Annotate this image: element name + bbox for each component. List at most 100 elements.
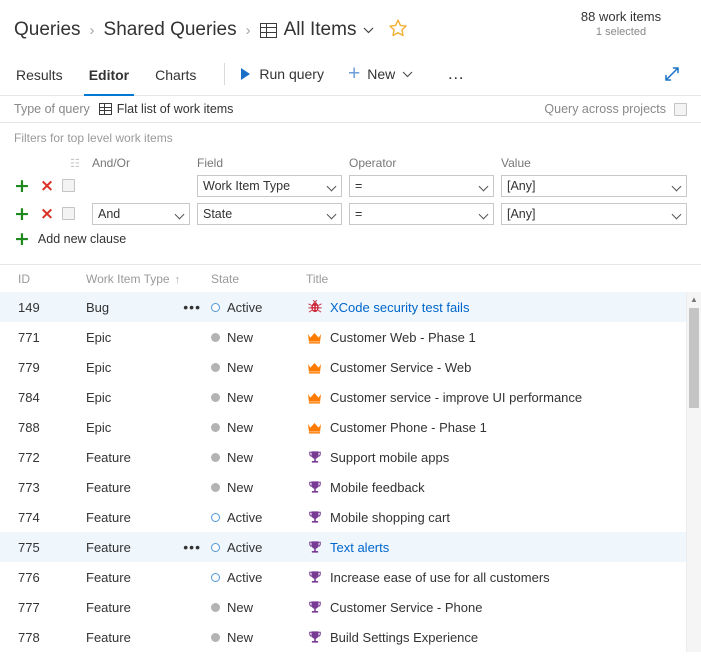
row-context-menu-icon[interactable]: •••: [183, 540, 201, 554]
work-item-type-label: Bug: [86, 299, 110, 315]
table-row[interactable]: 775 Feature ••• Active Text alerts: [0, 532, 701, 562]
new-button[interactable]: + New: [348, 63, 413, 84]
work-item-title-link[interactable]: Increase ease of use for all customers: [330, 570, 550, 585]
group-clauses-icon: ☷: [70, 157, 80, 170]
add-clause-icon[interactable]: +: [14, 176, 30, 195]
page-header: Queries › Shared Queries › All Items 88 …: [0, 0, 701, 52]
tab-results[interactable]: Results: [14, 52, 65, 96]
cell-work-item-type: Epic: [86, 390, 211, 405]
value-select[interactable]: [Any]: [501, 174, 687, 197]
table-row[interactable]: 776 Feature Active Increase ease of use for…: [0, 562, 701, 592]
cell-title: Customer Service - Web: [306, 360, 675, 375]
work-item-title-link[interactable]: Customer Web - Phase 1: [330, 330, 476, 345]
crown-icon: [306, 361, 323, 374]
work-item-title-link[interactable]: Support mobile apps: [330, 450, 449, 465]
field-select[interactable]: Work Item Type: [197, 174, 342, 197]
chevron-down-icon: [402, 67, 413, 81]
state-label: New: [227, 599, 254, 615]
remove-clause-icon[interactable]: ×: [40, 205, 54, 222]
cell-title: Mobile shopping cart: [306, 510, 675, 525]
operator-select[interactable]: =: [349, 202, 494, 225]
run-query-button[interactable]: Run query: [241, 66, 324, 82]
table-row[interactable]: 774 Feature Active Mobile shopping cart: [0, 502, 701, 532]
table-row[interactable]: 149 Bug ••• Active XCode security test fails: [0, 292, 701, 322]
expand-glyph: [665, 66, 679, 81]
breadcrumb-item-queries[interactable]: Queries: [14, 19, 81, 41]
clause-select-checkbox[interactable]: [62, 207, 75, 220]
row-context-menu-icon[interactable]: •••: [183, 300, 201, 314]
andor-select[interactable]: And: [92, 202, 190, 225]
state-label: New: [227, 449, 254, 465]
work-item-title-link[interactable]: Customer Service - Phone: [330, 600, 482, 615]
trophy-glyph: [308, 451, 321, 463]
query-type-value-label: Flat list of work items: [116, 102, 234, 116]
flat-list-icon: [98, 103, 112, 115]
table-row[interactable]: 784 Epic New Customer service - improve UI …: [0, 382, 701, 412]
value-select[interactable]: [Any]: [501, 202, 687, 225]
expand-icon[interactable]: [663, 65, 681, 83]
work-item-title-link[interactable]: Mobile feedback: [330, 480, 425, 495]
crown-glyph: [308, 392, 321, 404]
breadcrumb-item-all-items[interactable]: All Items: [284, 19, 357, 41]
scrollbar-up-arrow[interactable]: ▲: [687, 292, 701, 306]
add-new-clause-button[interactable]: + Add new clause: [14, 230, 687, 249]
scrollbar-thumb[interactable]: [689, 308, 699, 408]
table-row[interactable]: 779 Epic New Customer Service - Web: [0, 352, 701, 382]
table-row[interactable]: 778 Feature New Build Settings Experience: [0, 622, 701, 652]
query-across-projects-checkbox[interactable]: [674, 102, 687, 116]
work-item-title-link[interactable]: Mobile shopping cart: [330, 510, 450, 525]
trophy-glyph: [308, 541, 321, 553]
trophy-icon: [306, 540, 323, 554]
breadcrumb-item-shared-queries[interactable]: Shared Queries: [104, 19, 237, 41]
column-header-operator: Operator: [349, 156, 397, 170]
query-across-projects[interactable]: Query across projects: [544, 102, 687, 116]
tab-editor[interactable]: Editor: [83, 52, 135, 96]
cell-id: 779: [18, 359, 40, 375]
filters-section: Filters for top level work items ☷ And/O…: [0, 123, 701, 249]
chevron-down-icon[interactable]: [363, 23, 374, 37]
sort-ascending-icon: ↑: [174, 273, 181, 286]
cell-work-item-type: Feature: [86, 510, 211, 525]
grid-column-id[interactable]: ID: [18, 272, 86, 286]
clause-select-checkbox[interactable]: [62, 179, 75, 192]
cell-work-item-type: Feature: [86, 570, 211, 585]
cell-title: Customer Web - Phase 1: [306, 330, 675, 345]
state-active-icon: [211, 572, 220, 582]
remove-clause-icon[interactable]: ×: [40, 177, 54, 194]
crown-glyph: [308, 422, 321, 434]
cell-state: New: [211, 360, 306, 375]
table-row[interactable]: 772 Feature New Support mobile apps: [0, 442, 701, 472]
grid-column-work-item-type[interactable]: Work Item Type ↑: [86, 272, 211, 286]
work-item-title-link[interactable]: Customer Phone - Phase 1: [330, 420, 487, 435]
work-item-title-link[interactable]: XCode security test fails: [330, 300, 469, 315]
work-item-title-link[interactable]: Customer service - improve UI performanc…: [330, 390, 582, 405]
work-item-type-label: Feature: [86, 629, 131, 645]
more-options-button[interactable]: …: [447, 64, 466, 84]
grid-column-state[interactable]: State: [211, 272, 306, 286]
add-clause-icon[interactable]: +: [14, 204, 30, 223]
field-select[interactable]: State: [197, 202, 342, 225]
work-item-title-link[interactable]: Build Settings Experience: [330, 630, 478, 645]
state-label: Active: [227, 569, 263, 585]
trophy-glyph: [308, 481, 321, 493]
trophy-glyph: [308, 631, 321, 643]
operator-select[interactable]: =: [349, 174, 494, 197]
table-row[interactable]: 771 Epic New Customer Web - Phase 1: [0, 322, 701, 352]
work-item-title-link[interactable]: Customer Service - Web: [330, 360, 471, 375]
query-type-value[interactable]: Flat list of work items: [98, 102, 234, 116]
cell-title: Increase ease of use for all customers: [306, 570, 675, 585]
grid-scrollbar[interactable]: ▲: [686, 292, 701, 652]
table-row[interactable]: 788 Epic New Customer Phone - Phase 1: [0, 412, 701, 442]
work-item-title-link[interactable]: Text alerts: [330, 540, 389, 555]
trophy-glyph: [308, 511, 321, 523]
cell-id: 776: [18, 569, 40, 585]
table-row[interactable]: 777 Feature New Customer Service - Phone: [0, 592, 701, 622]
cell-id: 788: [18, 419, 40, 435]
grid-column-title[interactable]: Title: [306, 272, 675, 286]
crown-icon: [306, 391, 323, 404]
tab-charts[interactable]: Charts: [153, 52, 198, 96]
state-label: New: [227, 359, 254, 375]
trophy-icon: [306, 570, 323, 584]
favorite-star-icon[interactable]: [388, 18, 408, 42]
table-row[interactable]: 773 Feature New Mobile feedback: [0, 472, 701, 502]
